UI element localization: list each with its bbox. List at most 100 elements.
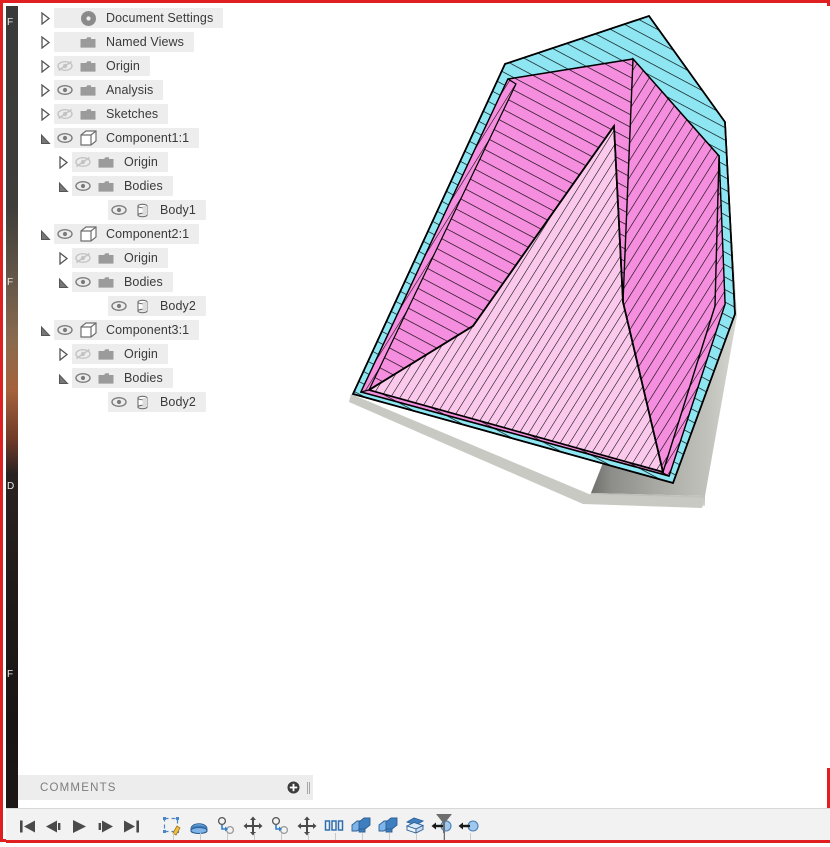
tree-row[interactable]: Bodies [18, 270, 330, 294]
timeline-feature-combine-icon[interactable] [347, 811, 374, 841]
add-comment-icon[interactable] [283, 775, 303, 800]
tree-item-label: Named Views [106, 35, 184, 49]
tree-row[interactable]: Component3:1 [18, 318, 330, 342]
eye-visible-icon[interactable] [72, 272, 94, 292]
sliver-text-fragment: F [7, 17, 14, 28]
tree-row[interactable]: Component2:1 [18, 222, 330, 246]
eye-hidden-icon[interactable] [54, 56, 76, 76]
expand-arrow-icon[interactable] [36, 320, 54, 340]
eye-hidden-icon[interactable] [72, 248, 94, 268]
tree-item-origin[interactable]: Origin [58, 152, 168, 172]
eye-spacer [54, 32, 76, 52]
expand-arrow-icon[interactable] [36, 128, 54, 148]
comments-bar[interactable]: COMMENTS [18, 775, 313, 800]
timeline-feature-move-icon[interactable] [239, 811, 266, 841]
timeline-feature-shell-icon[interactable] [401, 811, 428, 841]
tree-item-component2-1[interactable]: Component2:1 [40, 224, 200, 244]
tree-item-body2[interactable]: Body2 [108, 296, 206, 316]
tree-item-bodies[interactable]: Bodies [58, 176, 173, 196]
eye-visible-icon[interactable] [54, 128, 76, 148]
tree-item-origin[interactable]: Origin [58, 248, 168, 268]
timeline-feature-align-icon[interactable] [455, 811, 482, 841]
eye-visible-icon[interactable] [54, 80, 76, 100]
body-icon [130, 296, 154, 316]
tree-item-component3-1[interactable]: Component3:1 [40, 320, 200, 340]
timeline-feature-revolve-icon[interactable] [185, 811, 212, 841]
tree-row[interactable]: Body1 [18, 198, 330, 222]
timeline-feature-move-icon[interactable] [293, 811, 320, 841]
tree-item-component1-1[interactable]: Component1:1 [40, 128, 200, 148]
skip-to-start-icon[interactable] [14, 811, 40, 841]
folder-icon [94, 176, 118, 196]
eye-visible-icon[interactable] [108, 200, 130, 220]
timeline-feature-sketch-icon[interactable] [158, 811, 185, 841]
collapse-arrow-icon[interactable] [54, 152, 72, 172]
collapse-arrow-icon[interactable] [36, 104, 54, 124]
sliver-text-fragment: F [7, 669, 14, 680]
timeline-feature-joint-icon[interactable] [212, 811, 239, 841]
step-forward-icon[interactable] [92, 811, 118, 841]
comments-label: COMMENTS [40, 781, 117, 794]
tree-item-origin[interactable]: Origin [40, 56, 150, 76]
step-back-icon[interactable] [40, 811, 66, 841]
tree-item-document-settings[interactable]: Document Settings [40, 8, 224, 28]
body-icon [130, 200, 154, 220]
eye-hidden-icon[interactable] [72, 152, 94, 172]
eye-visible-icon[interactable] [54, 224, 76, 244]
eye-hidden-icon[interactable] [54, 104, 76, 124]
expand-arrow-icon[interactable] [54, 368, 72, 388]
tree-row[interactable]: Origin [18, 150, 330, 174]
component-icon [76, 224, 100, 244]
collapse-arrow-icon[interactable] [36, 32, 54, 52]
browser-panel: Document Settings Named Views Origin Analys… [18, 6, 330, 768]
tree-row[interactable]: Bodies [18, 366, 330, 390]
resize-grip-icon[interactable] [303, 775, 313, 800]
eye-visible-icon[interactable] [54, 320, 76, 340]
expand-arrow-icon[interactable] [54, 272, 72, 292]
eye-visible-icon[interactable] [72, 176, 94, 196]
tree-row[interactable]: Origin [18, 54, 330, 78]
tree-row[interactable]: Sketches [18, 102, 330, 126]
tree-item-bodies[interactable]: Bodies [58, 272, 173, 292]
tree-item-body2[interactable]: Body2 [108, 392, 206, 412]
play-icon[interactable] [66, 811, 92, 841]
component-icon [76, 128, 100, 148]
eye-visible-icon[interactable] [108, 296, 130, 316]
tree-row[interactable]: Body2 [18, 294, 330, 318]
timeline-feature-combine-icon[interactable] [374, 811, 401, 841]
eye-hidden-icon[interactable] [72, 344, 94, 364]
tree-row[interactable]: Named Views [18, 30, 330, 54]
tree-item-label: Sketches [106, 107, 159, 121]
3d-viewport[interactable] [333, 6, 830, 768]
timeline-feature-pattern-icon[interactable] [320, 811, 347, 841]
tree-item-label: Body1 [160, 203, 196, 217]
tree-row[interactable]: Bodies [18, 174, 330, 198]
tree-item-analysis[interactable]: Analysis [40, 80, 164, 100]
tree-row[interactable]: Origin [18, 246, 330, 270]
tree-item-named-views[interactable]: Named Views [40, 32, 194, 52]
tree-row[interactable]: Origin [18, 342, 330, 366]
skip-to-end-icon[interactable] [118, 811, 144, 841]
eye-visible-icon[interactable] [108, 392, 130, 412]
tree-row[interactable]: Component1:1 [18, 126, 330, 150]
expand-arrow-icon[interactable] [36, 224, 54, 244]
collapse-arrow-icon[interactable] [36, 56, 54, 76]
timeline-end-marker-icon[interactable] [433, 812, 455, 842]
collapse-arrow-icon[interactable] [36, 80, 54, 100]
timeline-tick [470, 833, 471, 840]
tree-item-label: Bodies [124, 179, 163, 193]
tree-row[interactable]: Document Settings [18, 6, 330, 30]
collapse-arrow-icon[interactable] [54, 248, 72, 268]
tree-row[interactable]: Body2 [18, 390, 330, 414]
expand-arrow-icon[interactable] [54, 176, 72, 196]
tree-item-origin[interactable]: Origin [58, 344, 168, 364]
tree-item-label: Origin [106, 59, 140, 73]
tree-row[interactable]: Analysis [18, 78, 330, 102]
collapse-arrow-icon[interactable] [36, 8, 54, 28]
tree-item-bodies[interactable]: Bodies [58, 368, 173, 388]
eye-visible-icon[interactable] [72, 368, 94, 388]
collapse-arrow-icon[interactable] [54, 344, 72, 364]
tree-item-sketches[interactable]: Sketches [40, 104, 169, 124]
timeline-feature-joint-icon[interactable] [266, 811, 293, 841]
tree-item-body1[interactable]: Body1 [108, 200, 206, 220]
